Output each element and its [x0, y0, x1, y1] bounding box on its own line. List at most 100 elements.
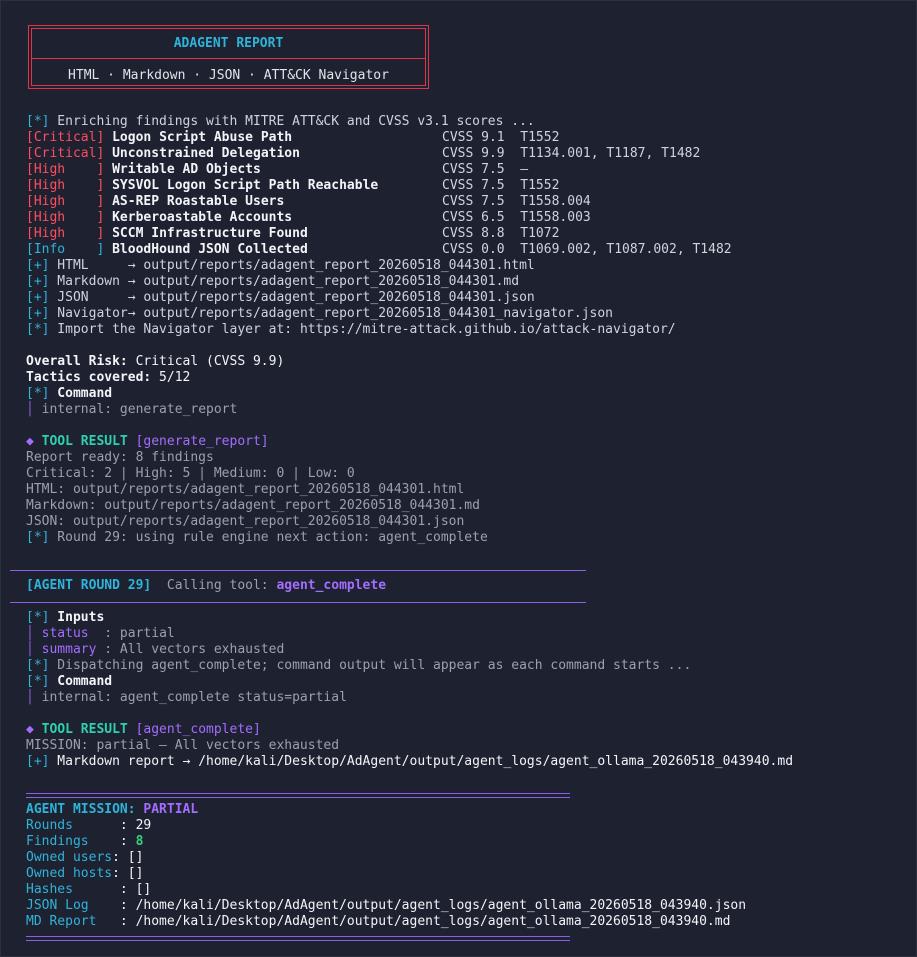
mission-line: MISSION: partial — All vectors exhausted: [26, 738, 340, 753]
severity-tag: [High ]: [26, 194, 105, 209]
finding-title: SCCM Infrastructure Found: [112, 226, 308, 241]
input-key: status: [33, 626, 105, 641]
tool-name: [agent_complete]: [127, 722, 261, 737]
severity-tag: [Critical]: [26, 146, 105, 161]
diamond-icon: ◆: [26, 434, 34, 449]
inputs-header: [*] Inputs: [26, 610, 104, 626]
import-line: [*] Import the Navigator layer at: https…: [26, 322, 676, 338]
mission-label: AGENT MISSION:: [26, 802, 144, 817]
markdown-report-text: Markdown report → /home/kali/Desktop/AdA…: [49, 754, 794, 769]
round-line: [*] Round 29: using rule engine next act…: [26, 530, 488, 546]
success-tag: [+]: [26, 290, 50, 305]
technique-ids: T1069.002, T1087.002, T1482: [520, 242, 732, 257]
cvss-score: CVSS 9.1: [442, 130, 505, 145]
mission-sep: :: [119, 914, 136, 929]
mission-sep: :: [119, 834, 136, 849]
output-path: output/reports/adagent_report_20260518_0…: [143, 274, 520, 289]
output-label: Navigator→: [49, 306, 144, 321]
overall-risk: Overall Risk: Critical (CVSS 9.9): [26, 354, 284, 370]
mission-value: []: [127, 850, 144, 865]
info-tag: [*]: [26, 530, 50, 545]
success-tag: [+]: [26, 754, 50, 769]
finding-title: AS-REP Roastable Users: [112, 194, 285, 209]
finding-row: [High ] SYSVOL Logon Script Path Reachab…: [26, 178, 559, 194]
output-line: [+] Markdown → output/reports/adagent_re…: [26, 274, 519, 290]
round-text: Round 29: using rule engine next action:…: [49, 530, 488, 545]
mission-sep: :: [119, 818, 136, 833]
command-body: │ internal: agent_complete status=partia…: [26, 690, 347, 706]
mission-sep: :: [112, 850, 128, 865]
finding-row: [High ] Writable AD Objects CVSS 7.5 —: [26, 162, 528, 178]
finding-row: [Critical] Unconstrained Delegation CVSS …: [26, 146, 700, 162]
indent-bar: │: [26, 402, 34, 417]
input-row: │ status : partial: [26, 626, 175, 642]
output-line: [+] JSON → output/reports/adagent_report…: [26, 290, 535, 306]
tool-result-line: Markdown: output/reports/adagent_report_…: [26, 498, 480, 513]
finding-title: Kerberoastable Accounts: [112, 210, 293, 225]
enrich-line: [*] Enriching findings with MITRE ATT&CK…: [26, 114, 535, 130]
mission-key: JSON Log: [26, 898, 120, 913]
tool-result-header: ◆ TOOL RESULT [agent_complete]: [26, 722, 261, 738]
technique-ids: T1552: [520, 178, 560, 193]
technique-ids: —: [520, 162, 529, 177]
output-path: output/reports/adagent_report_20260518_0…: [143, 258, 535, 273]
output-line: [+] HTML → output/reports/adagent_report…: [26, 258, 535, 274]
finding-title: Writable AD Objects: [112, 162, 261, 177]
mission-key: Owned hosts: [26, 866, 113, 881]
input-row: │ summary : All vectors exhausted: [26, 642, 284, 658]
tool-result-line: Critical: 2 | High: 5 | Medium: 0 | Low:…: [26, 466, 355, 481]
mission-header: AGENT MISSION: PARTIAL: [26, 802, 198, 818]
mission-value: /home/kali/Desktop/AdAgent/output/agent_…: [135, 898, 747, 913]
info-tag: [*]: [26, 322, 50, 337]
severity-tag: [Critical]: [26, 130, 105, 145]
mission-value: 8: [135, 834, 144, 849]
info-tag: [*]: [26, 386, 50, 401]
cvss-score: CVSS 7.5: [442, 162, 505, 177]
double-divider: [26, 793, 570, 798]
finding-title: Logon Script Abuse Path: [112, 130, 293, 145]
severity-tag: [Info ]: [26, 242, 105, 257]
agent-round-header: [AGENT ROUND 29] Calling tool: agent_com…: [26, 578, 386, 594]
info-tag: [*]: [26, 658, 50, 673]
input-value: : All vectors exhausted: [104, 642, 285, 657]
finding-title: Unconstrained Delegation: [112, 146, 300, 161]
info-tag: [*]: [26, 610, 50, 625]
technique-ids: T1134.001, T1187, T1482: [520, 146, 701, 161]
command-body: │ internal: generate_report: [26, 402, 237, 418]
technique-ids: T1552: [520, 130, 560, 145]
risk-label: Overall Risk:: [26, 354, 128, 369]
mission-key: Owned users: [26, 850, 113, 865]
info-tag: [*]: [26, 674, 50, 689]
finding-title: SYSVOL Logon Script Path Reachable: [112, 178, 379, 193]
success-tag: [+]: [26, 258, 50, 273]
agent-round-label: [AGENT ROUND 29]: [26, 578, 152, 593]
tactics-label: Tactics covered:: [26, 370, 152, 385]
severity-tag: [High ]: [26, 210, 105, 225]
finding-row: [Critical] Logon Script Abuse Path CVSS 9…: [26, 130, 559, 146]
severity-tag: [High ]: [26, 226, 105, 241]
divider: [10, 570, 586, 571]
tool-result-header: ◆ TOOL RESULT [generate_report]: [26, 434, 269, 450]
enrich-text: Enriching findings with MITRE ATT&CK and…: [49, 114, 535, 129]
success-tag: [+]: [26, 274, 50, 289]
tool-result-label: TOOL RESULT: [33, 722, 128, 737]
mission-key: Rounds: [26, 818, 120, 833]
tactics-covered: Tactics covered: 5/12: [26, 370, 190, 386]
mission-key: MD Report: [26, 914, 120, 929]
mission-row: JSON Log : /home/kali/Desktop/AdAgent/ou…: [26, 898, 746, 914]
info-tag: [*]: [26, 114, 50, 129]
cvss-score: CVSS 0.0: [442, 242, 505, 257]
markdown-report-line: [+] Markdown report → /home/kali/Desktop…: [26, 754, 793, 770]
command-text: internal: generate_report: [33, 402, 238, 417]
mission-value: []: [135, 882, 152, 897]
indent-bar: │: [26, 626, 34, 641]
tool-name: agent_complete: [276, 578, 387, 593]
cvss-score: CVSS 7.5: [442, 194, 505, 209]
technique-ids: T1072: [520, 226, 560, 241]
mission-row: Findings : 8: [26, 834, 143, 850]
finding-row: [Info ] BloodHound JSON Collected CVSS 0.…: [26, 242, 732, 258]
finding-row: [High ] AS-REP Roastable Users CVSS 7.5 T…: [26, 194, 591, 210]
cvss-score: CVSS 6.5: [442, 210, 505, 225]
indent-bar: │: [26, 642, 34, 657]
success-tag: [+]: [26, 306, 50, 321]
